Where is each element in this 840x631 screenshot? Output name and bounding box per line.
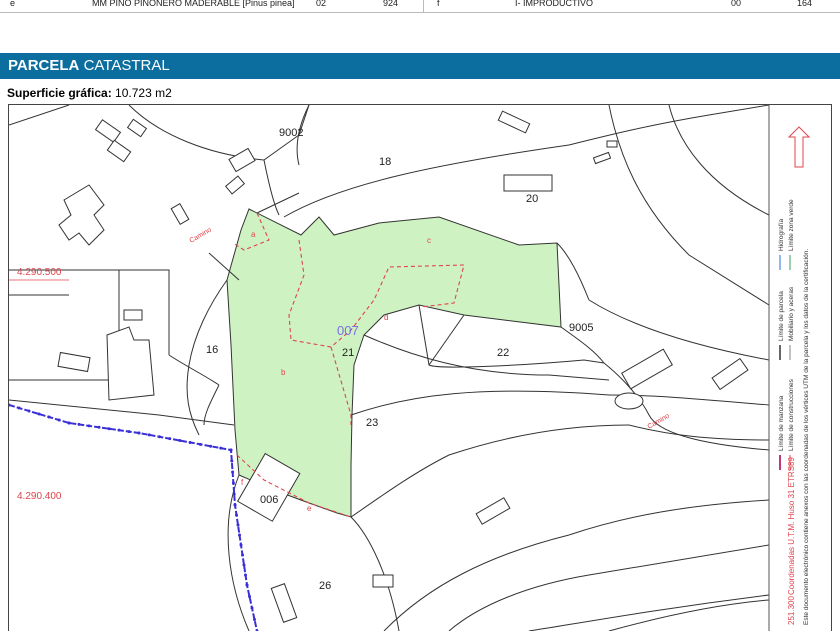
boundary-tick — [88, 424, 91, 427]
subparcel-f: f — [241, 478, 244, 487]
plot-16: 16 — [206, 344, 218, 356]
boundary-tick — [246, 584, 249, 587]
boundary-tick — [248, 595, 251, 598]
row-code-left: 02 — [316, 0, 326, 8]
parcel-007-label: 007 — [337, 323, 359, 338]
surface-area: Superficie gráfica: 10.723 m2 — [7, 86, 172, 100]
boundary-tick — [128, 430, 131, 433]
legend-notice: Este documento electrónico contiene anex… — [803, 249, 810, 625]
boundary-tick — [38, 413, 41, 416]
subparcel-a: a — [251, 230, 256, 239]
legend-coords: Coordenadas U.T.M. Huso 31 ETRS89 — [787, 457, 796, 595]
row-area-right: 164 — [797, 0, 812, 8]
legend-item-1: Límite de manzana — [778, 395, 785, 451]
land-use-row: e MM PINO PIÑONERO MADERABLE [Pinus pine… — [0, 0, 840, 12]
boundary-tick — [78, 423, 81, 426]
plot-006: 006 — [260, 494, 278, 506]
row-desc-left: MM PINO PIÑONERO MADERABLE [Pinus pinea] — [92, 0, 295, 8]
legend-panel — [769, 105, 831, 631]
boundary-tick — [233, 493, 236, 496]
road-label-1: Camino — [189, 227, 213, 245]
boundary-tick — [241, 554, 244, 557]
boundary-tick — [232, 482, 235, 485]
map-canvas[interactable]: 4.290.500 4.290.400 9002 18 20 16 21 22 … — [9, 105, 831, 631]
boundary-tick — [178, 439, 181, 442]
surface-label: Superficie gráfica: — [7, 86, 112, 100]
road-label-2: Camino — [647, 413, 671, 431]
boundary-tick — [230, 449, 233, 452]
municipal-boundary — [9, 405, 257, 631]
section-title-bold: PARCELA — [8, 57, 79, 74]
boundary-tick — [230, 460, 233, 463]
boundary-tick — [235, 514, 238, 517]
boundary-tick — [231, 471, 234, 474]
row-divider — [423, 0, 424, 12]
boundary-tick — [199, 443, 202, 446]
boundary-tick — [168, 437, 171, 440]
legend-x-coordinate: 251.300 — [787, 596, 796, 625]
row-desc-right: I- IMPRODUCTIVO — [515, 0, 593, 8]
row-letter-right: f — [437, 0, 440, 8]
subparcel-d: d — [384, 313, 388, 322]
boundary-tick — [18, 407, 21, 410]
boundary-tick — [234, 504, 237, 507]
boundary-tick — [251, 607, 254, 610]
legend-item-3: Límite de parcela — [778, 291, 785, 341]
grid-label-north-2: 4.290.400 — [17, 491, 62, 502]
section-header: PARCELA CATASTRAL — [0, 53, 840, 79]
boundary-tick — [118, 429, 121, 432]
section-title-rest: CATASTRAL — [84, 57, 170, 74]
plot-20: 20 — [526, 193, 538, 205]
row-code-right: 00 — [731, 0, 741, 8]
row-bottom-border — [0, 12, 840, 13]
boundary-tick — [48, 416, 51, 419]
plot-21: 21 — [342, 347, 354, 359]
boundary-tick — [243, 564, 246, 567]
boundary-tick — [237, 524, 240, 527]
boundary-tick — [58, 419, 61, 422]
boundary-tick — [253, 618, 256, 621]
subparcel-b: b — [281, 368, 286, 377]
legend-item-4: Mobiliario y aceras — [788, 286, 795, 341]
plot-23: 23 — [366, 417, 378, 429]
buildings — [58, 111, 748, 622]
legend-item-5: Hidrografía — [778, 218, 785, 251]
plot-26: 26 — [319, 580, 331, 592]
row-area-left: 924 — [383, 0, 398, 8]
boundary-tick — [244, 574, 247, 577]
grid-label-north-1: 4.290.500 — [17, 267, 62, 278]
plot-9002: 9002 — [279, 127, 303, 139]
surface-value: 10.723 m2 — [115, 86, 172, 100]
boundary-tick — [238, 534, 241, 537]
legend-item-6: Límite zona verde — [788, 199, 795, 251]
boundary-tick — [158, 435, 161, 438]
row-letter-left: e — [10, 0, 15, 8]
plot-9005: 9005 — [569, 322, 593, 334]
plot-18: 18 — [379, 156, 391, 168]
boundary-tick — [240, 544, 243, 547]
boundary-tick — [28, 410, 31, 413]
boundary-tick — [98, 426, 101, 429]
boundary-tick — [108, 427, 111, 430]
boundary-tick — [219, 447, 222, 450]
boundary-tick — [68, 422, 71, 425]
subparcel-e: e — [307, 504, 312, 513]
plot-22: 22 — [497, 347, 509, 359]
boundary-tick — [189, 441, 192, 444]
boundary-tick — [209, 445, 212, 448]
cadastral-map[interactable]: 4.290.500 4.290.400 9002 18 20 16 21 22 … — [8, 104, 832, 631]
boundary-tick — [138, 432, 141, 435]
boundary-tick — [148, 433, 151, 436]
subparcel-c: c — [427, 236, 431, 245]
legend-item-2: Límite de construcciones — [788, 378, 795, 451]
